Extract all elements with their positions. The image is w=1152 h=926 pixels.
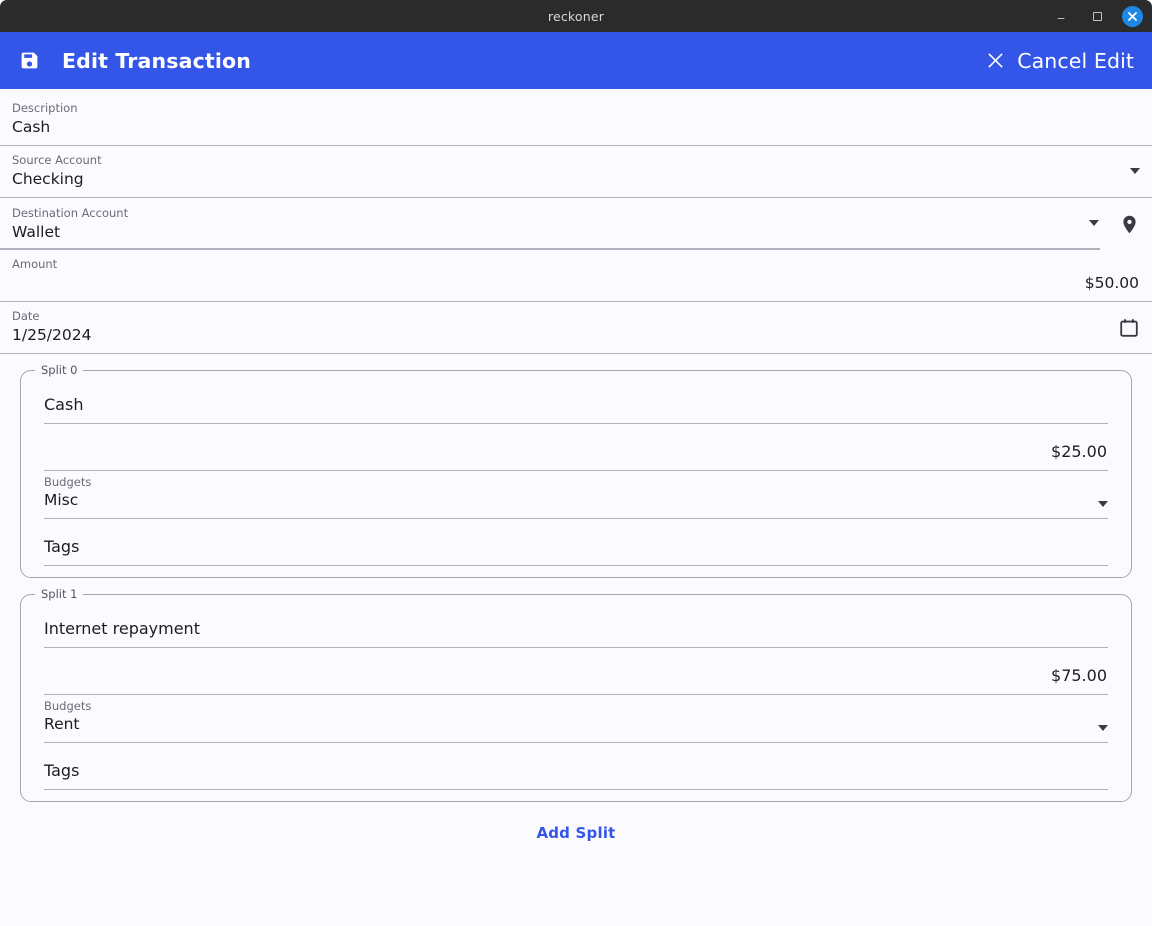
description-field[interactable]: Description Cash: [0, 89, 1152, 146]
split-0-tags-field[interactable]: Tags: [44, 519, 1108, 566]
destination-account-value: Wallet: [12, 223, 61, 241]
split-0-budgets-field[interactable]: Budgets Misc: [44, 471, 1108, 519]
minimize-button[interactable]: _: [1050, 5, 1072, 27]
amount-label: Amount: [12, 257, 58, 271]
chevron-down-icon[interactable]: [1098, 725, 1108, 731]
cancel-edit-button[interactable]: Cancel Edit: [986, 49, 1138, 73]
location-pin-icon[interactable]: [1119, 214, 1140, 235]
maximize-button[interactable]: [1086, 5, 1108, 27]
split-1-amount-value: $75.00: [1051, 666, 1107, 685]
save-icon: [21, 52, 37, 69]
split-fieldset-0: Split 0 Cash $25.00 Budgets Misc Tags: [20, 363, 1132, 578]
window-controls: _: [1050, 5, 1152, 27]
split-0-amount-value: $25.00: [1051, 442, 1107, 461]
split-1-tags-field[interactable]: Tags: [44, 743, 1108, 790]
destination-account-label: Destination Account: [12, 206, 129, 220]
amount-field[interactable]: Amount $50.00: [0, 250, 1152, 302]
split-fieldset-1: Split 1 Internet repayment $75.00 Budget…: [20, 587, 1132, 802]
app-bar: Edit Transaction Cancel Edit: [0, 32, 1152, 89]
split-1-budgets-field[interactable]: Budgets Rent: [44, 695, 1108, 743]
split-1-budgets-value: Rent: [44, 715, 80, 733]
split-legend-0: Split 0: [41, 363, 78, 377]
destination-account-row: Destination Account Wallet: [0, 198, 1152, 250]
maximize-icon: [1092, 11, 1102, 21]
split-legend-1: Split 1: [41, 587, 78, 601]
chevron-down-icon[interactable]: [1098, 501, 1108, 507]
close-icon: [986, 51, 1005, 70]
source-account-value: Checking: [12, 170, 84, 188]
page-title: Edit Transaction: [62, 48, 252, 73]
date-label: Date: [12, 309, 40, 323]
split-1-description-field[interactable]: Internet repayment: [44, 601, 1108, 648]
close-icon: [1128, 11, 1137, 21]
window-title: reckoner: [547, 8, 605, 24]
transaction-form: Description Cash Source Account Checking…: [0, 89, 1152, 926]
destination-account-field[interactable]: Destination Account Wallet: [0, 198, 1152, 250]
chevron-down-icon[interactable]: [1130, 167, 1140, 174]
description-label: Description: [12, 101, 78, 115]
split-0-budgets-label: Budgets: [44, 475, 92, 489]
add-split-button[interactable]: Add Split: [524, 818, 627, 848]
cancel-edit-label: Cancel Edit: [1017, 48, 1134, 73]
split-1-tags-value: Tags: [44, 761, 80, 780]
split-0-amount-field[interactable]: $25.00: [44, 424, 1108, 471]
save-button[interactable]: [16, 48, 42, 74]
calendar-icon[interactable]: [1118, 317, 1140, 339]
split-0-description-value: Cash: [44, 395, 84, 414]
chevron-down-icon[interactable]: [1089, 220, 1099, 226]
date-field[interactable]: Date 1/25/2024: [0, 302, 1152, 354]
split-0-budgets-value: Misc: [44, 491, 79, 509]
window-titlebar: reckoner _: [0, 0, 1152, 32]
source-account-label: Source Account: [12, 153, 102, 167]
split-0-description-field[interactable]: Cash: [44, 377, 1108, 424]
description-value: Cash: [12, 118, 51, 136]
split-1-amount-field[interactable]: $75.00: [44, 648, 1108, 695]
close-button[interactable]: [1122, 5, 1143, 27]
date-value: 1/25/2024: [12, 326, 92, 344]
add-split-row: Add Split: [0, 818, 1152, 848]
split-1-budgets-label: Budgets: [44, 699, 92, 713]
split-0-tags-value: Tags: [44, 537, 80, 556]
amount-value: $50.00: [1084, 274, 1139, 292]
split-1-description-value: Internet repayment: [44, 619, 200, 638]
source-account-field[interactable]: Source Account Checking: [0, 146, 1152, 198]
